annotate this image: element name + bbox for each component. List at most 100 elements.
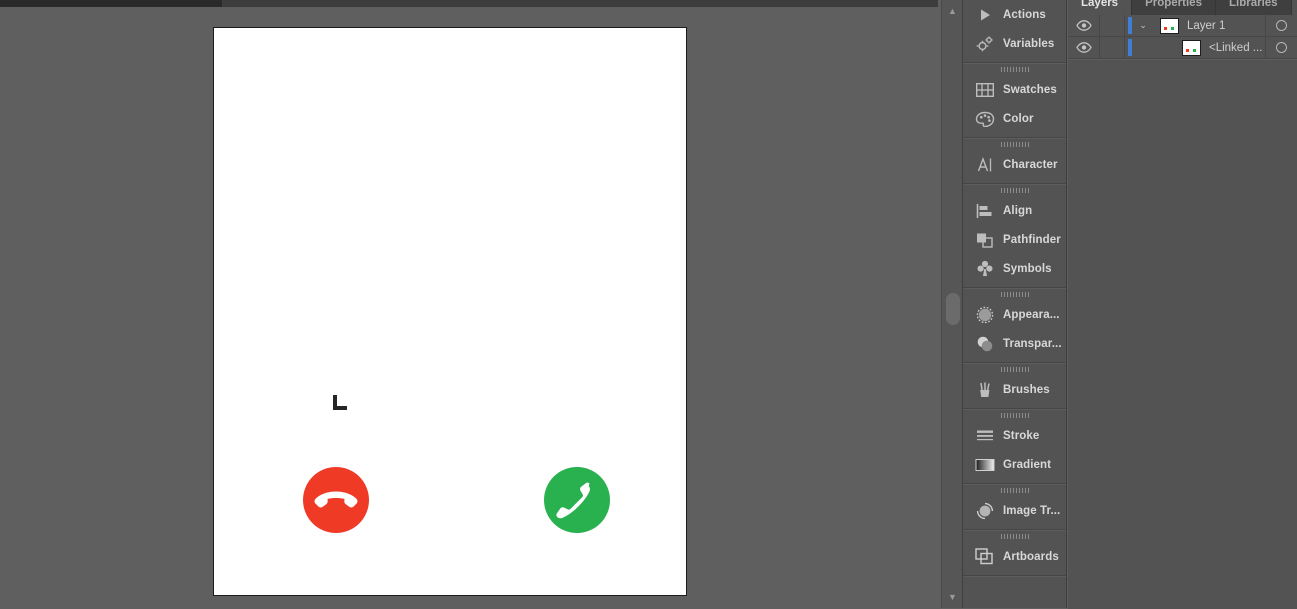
dock-item-align[interactable]: Align	[963, 196, 1066, 225]
layer-name[interactable]: Layer 1	[1187, 20, 1265, 32]
dock-empty-area	[963, 576, 1066, 587]
phone-hangup-icon	[314, 491, 358, 508]
layer-thumbnail	[1182, 39, 1201, 56]
dock-item-label: Character	[1003, 158, 1058, 171]
canvas-area[interactable]	[0, 7, 938, 608]
dock-item-character[interactable]: Character	[963, 150, 1066, 179]
tab-libraries[interactable]: Libraries	[1215, 0, 1292, 15]
dock-item-label: Image Tr...	[1003, 504, 1061, 517]
dock-item-label: Align	[1003, 204, 1033, 217]
tab-properties[interactable]: Properties	[1132, 0, 1216, 15]
dock-item-label: Gradient	[1003, 458, 1052, 471]
dock-item-label: Artboards	[1003, 550, 1059, 563]
dock-group: Actions Variables	[963, 0, 1066, 63]
dock-group: Character	[963, 138, 1066, 184]
layer-name[interactable]: <Linked ...	[1209, 42, 1265, 54]
dock-item-label: Variables	[1003, 37, 1055, 50]
table-row[interactable]: ⌄ Layer 1	[1068, 14, 1297, 37]
eye-visible-icon	[1075, 42, 1092, 53]
panel-dock: Actions Variables Swatches Color Charact…	[963, 0, 1067, 608]
dock-item-symbols[interactable]: Symbols	[963, 254, 1066, 283]
layer-expand-chevron-icon[interactable]: ⌄	[1132, 20, 1154, 31]
layer-lock-toggle[interactable]	[1100, 14, 1125, 37]
dock-group: Align Pathfinder Symbols	[963, 184, 1066, 288]
scroll-up-arrow-icon[interactable]: ▲	[942, 2, 963, 20]
top-dark-strip	[0, 0, 222, 7]
dock-group-grip[interactable]	[963, 185, 1066, 196]
dock-item-label: Color	[1003, 112, 1034, 125]
dock-group: Artboards	[963, 530, 1066, 576]
layer-visibility-toggle[interactable]	[1068, 14, 1100, 37]
scrollbar-thumb[interactable]	[946, 293, 960, 325]
top-toolbar-strip	[222, 0, 938, 7]
character-a-icon	[973, 154, 997, 176]
dock-group: Brushes	[963, 363, 1066, 409]
dock-group-grip[interactable]	[963, 485, 1066, 496]
dock-item-appearance[interactable]: Appeara...	[963, 300, 1066, 329]
symbols-clover-icon	[973, 258, 997, 280]
panel-tab-bar: Layers Properties Libraries	[1068, 0, 1292, 15]
layers-list: ⌄ Layer 1 <Linked ...	[1068, 14, 1297, 59]
layer-thumbnail	[1160, 17, 1179, 34]
color-palette-icon	[973, 108, 997, 130]
artboards-icon	[973, 546, 997, 568]
artboard[interactable]	[213, 27, 687, 596]
dock-item-artboards[interactable]: Artboards	[963, 542, 1066, 571]
dock-item-label: Pathfinder	[1003, 233, 1061, 246]
dock-item-label: Appeara...	[1003, 308, 1060, 321]
swatches-grid-icon	[973, 79, 997, 101]
canvas-vertical-scrollbar[interactable]: ▲ ▼	[941, 0, 963, 608]
dock-group: Stroke Gradient	[963, 409, 1066, 484]
image-trace-icon	[973, 500, 997, 522]
dock-group-grip[interactable]	[963, 289, 1066, 300]
tab-layers[interactable]: Layers	[1068, 0, 1133, 15]
layer-visibility-toggle[interactable]	[1068, 36, 1100, 59]
application-window: ▲ ▼ Actions Variables Swatches Color Cha…	[0, 0, 1297, 609]
layer-target-circle[interactable]	[1265, 36, 1297, 59]
dock-group-grip[interactable]	[963, 364, 1066, 375]
layers-panel: Layers Properties Libraries ⌄ Layer 1 <L…	[1068, 0, 1297, 609]
dock-item-label: Transpar...	[1003, 337, 1062, 350]
dock-group-grip[interactable]	[963, 410, 1066, 421]
dock-item-brushes[interactable]: Brushes	[963, 375, 1066, 404]
table-row[interactable]: <Linked ...	[1068, 36, 1297, 59]
dock-item-label: Brushes	[1003, 383, 1050, 396]
stroke-lines-icon	[973, 425, 997, 447]
dock-item-pathfinder[interactable]: Pathfinder	[963, 225, 1066, 254]
dock-item-stroke[interactable]: Stroke	[963, 421, 1066, 450]
transparency-circles-icon	[973, 333, 997, 355]
dock-group: Appeara... Transpar...	[963, 288, 1066, 363]
dock-item-label: Symbols	[1003, 262, 1052, 275]
dock-group-grip[interactable]	[963, 531, 1066, 542]
play-triangle-icon	[973, 4, 997, 26]
gradient-swatch-icon	[973, 454, 997, 476]
layer-color-indicator	[1128, 39, 1132, 56]
dock-item-label: Stroke	[1003, 429, 1040, 442]
layer-lock-toggle[interactable]	[1100, 36, 1125, 59]
align-left-icon	[973, 200, 997, 222]
decline-call-button[interactable]	[303, 467, 369, 533]
dock-group: Swatches Color	[963, 63, 1066, 138]
dock-group: Image Tr...	[963, 484, 1066, 530]
dock-item-label: Actions	[1003, 8, 1046, 21]
dock-item-actions[interactable]: Actions	[963, 0, 1066, 29]
layer-target-circle[interactable]	[1265, 14, 1297, 37]
dock-group-grip[interactable]	[963, 64, 1066, 75]
accept-call-button[interactable]	[544, 467, 610, 533]
dock-item-label: Swatches	[1003, 83, 1057, 96]
brushes-icon	[973, 379, 997, 401]
layers-panel-empty-area	[1068, 59, 1297, 609]
dock-item-color[interactable]: Color	[963, 104, 1066, 133]
dock-item-transparency[interactable]: Transpar...	[963, 329, 1066, 358]
pathfinder-squares-icon	[973, 229, 997, 251]
dock-item-image-trace[interactable]: Image Tr...	[963, 496, 1066, 525]
gears-icon	[973, 33, 997, 55]
dock-group-grip[interactable]	[963, 139, 1066, 150]
dock-item-variables[interactable]: Variables	[963, 29, 1066, 58]
dock-item-swatches[interactable]: Swatches	[963, 75, 1066, 104]
dock-item-gradient[interactable]: Gradient	[963, 450, 1066, 479]
crop-corner-mark-icon	[333, 395, 347, 410]
phone-receiver-icon	[556, 482, 590, 519]
appearance-circle-icon	[973, 304, 997, 326]
scroll-down-arrow-icon[interactable]: ▼	[942, 588, 963, 606]
